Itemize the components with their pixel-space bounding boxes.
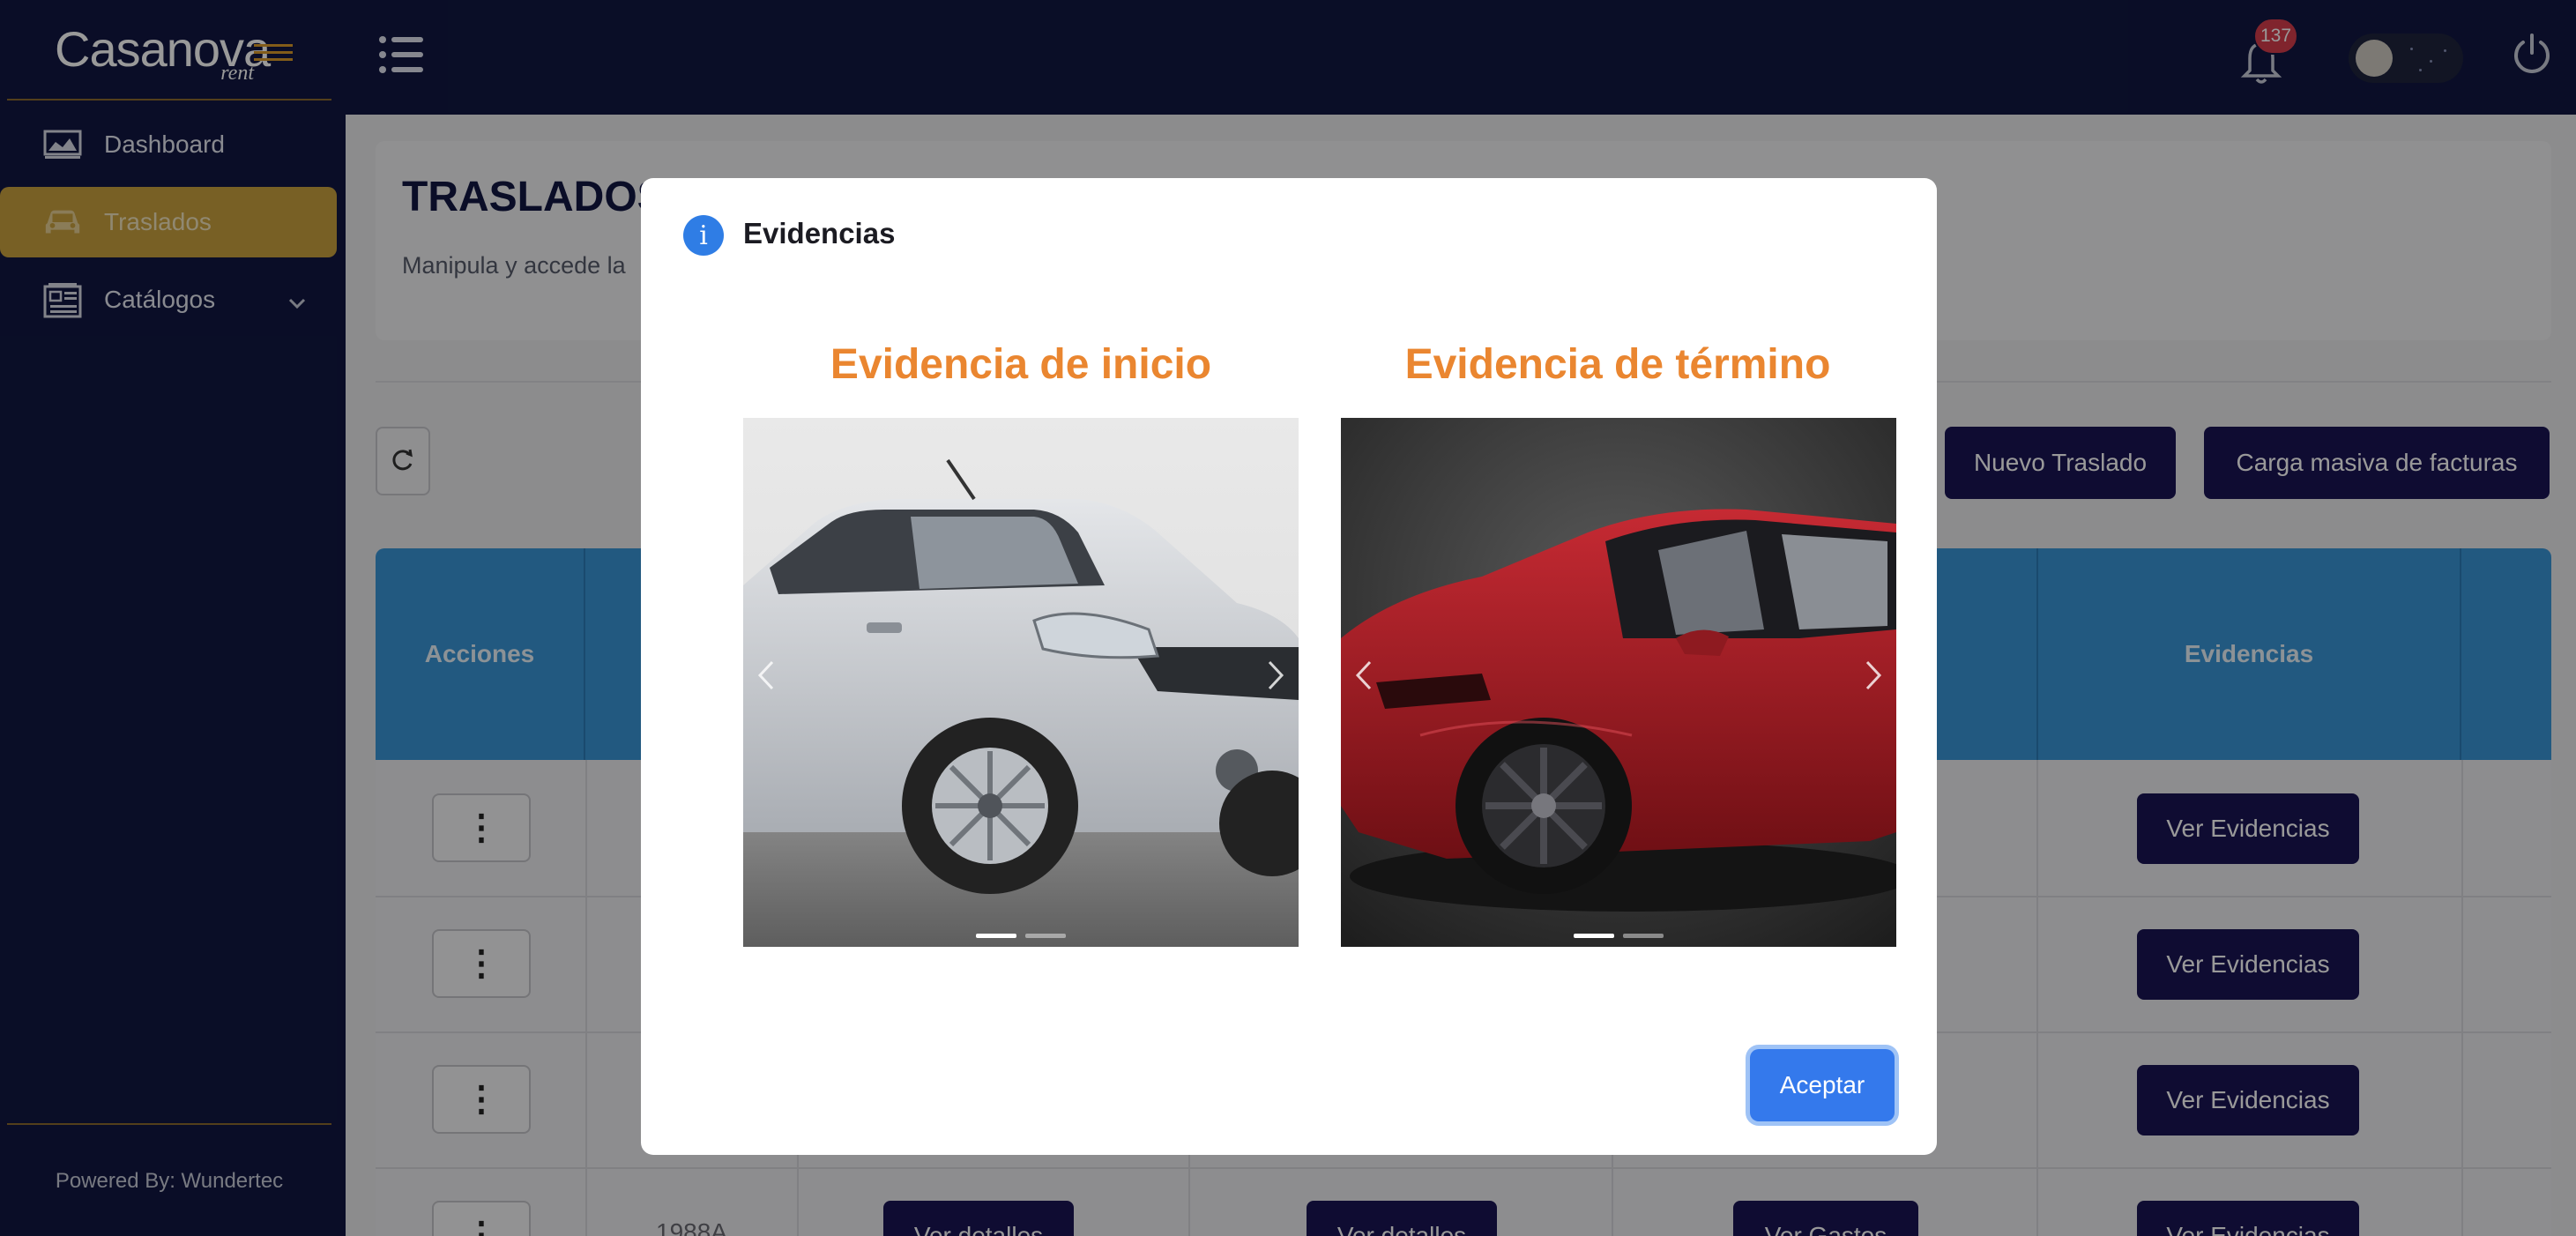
end-evidence-image xyxy=(1341,418,1896,947)
carousel-next-icon[interactable] xyxy=(1258,649,1293,702)
carousel-prev-icon[interactable] xyxy=(1346,649,1381,702)
carousel-indicator[interactable] xyxy=(1623,934,1664,938)
evidence-modal: i Evidencias Evidencia de inicio Evidenc… xyxy=(641,178,1937,1155)
info-icon: i xyxy=(683,215,724,256)
accept-button[interactable]: Aceptar xyxy=(1750,1049,1895,1121)
carousel-next-icon[interactable] xyxy=(1856,649,1891,702)
start-evidence-heading: Evidencia de inicio xyxy=(830,341,1212,388)
start-evidence-carousel xyxy=(743,418,1299,947)
carousel-prev-icon[interactable] xyxy=(748,649,784,702)
carousel-indicators xyxy=(743,934,1299,938)
carousel-indicators xyxy=(1341,934,1896,938)
carousel-indicator[interactable] xyxy=(1025,934,1066,938)
start-evidence-image xyxy=(743,418,1299,947)
end-evidence-carousel xyxy=(1341,418,1896,947)
carousel-indicator[interactable] xyxy=(1574,934,1614,938)
carousel-indicator[interactable] xyxy=(976,934,1016,938)
modal-title: Evidencias xyxy=(743,217,896,249)
end-evidence-heading: Evidencia de término xyxy=(1404,341,1831,388)
